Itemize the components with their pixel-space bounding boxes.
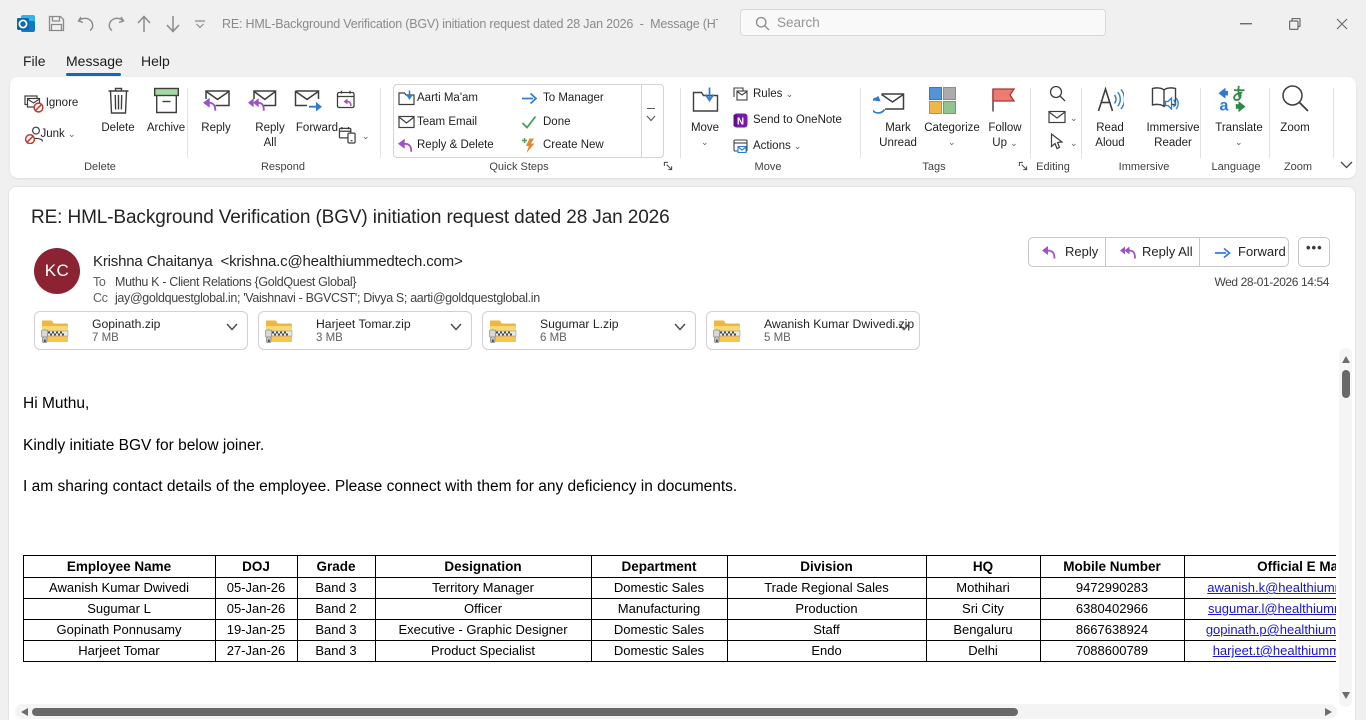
svg-text:N: N <box>737 117 744 128</box>
svg-text:a: a <box>1220 98 1229 114</box>
